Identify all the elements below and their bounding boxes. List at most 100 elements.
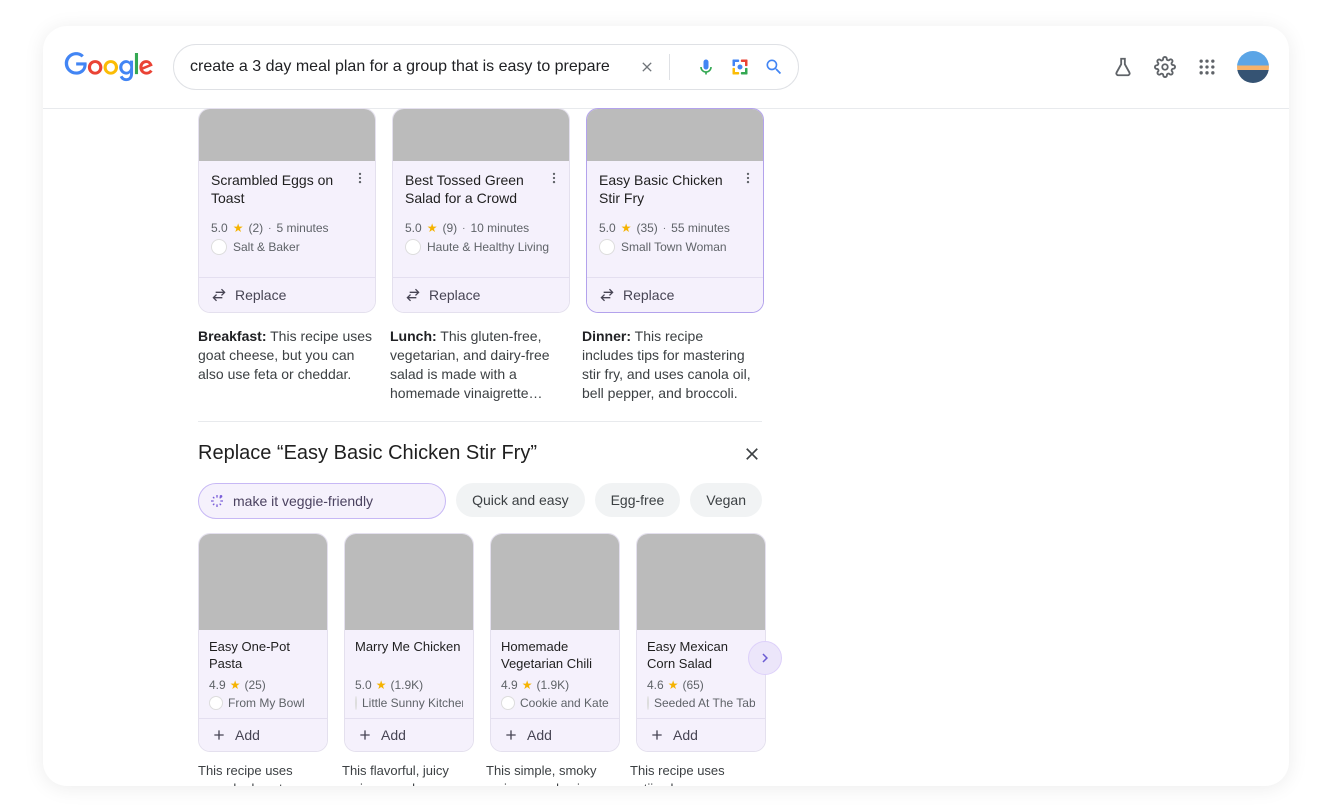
more-icon[interactable] <box>547 171 561 185</box>
lens-icon[interactable] <box>730 57 750 77</box>
review-count: (65) <box>682 678 703 692</box>
recipe-title: Easy One-Pot Pasta <box>209 638 317 672</box>
rating-value: 5.0 <box>599 221 616 235</box>
divider <box>198 421 762 422</box>
source-favicon <box>647 696 649 710</box>
meal-description: Breakfast: This recipe uses goat cheese,… <box>198 327 374 403</box>
recipe-title: Marry Me Chicken <box>355 638 463 672</box>
plus-icon <box>357 727 373 743</box>
suggestion-card[interactable]: Marry Me Chicken 5.0 ★(1.9K) Little Sunny K… <box>344 533 474 752</box>
apps-icon[interactable] <box>1195 55 1219 79</box>
source-favicon <box>405 239 421 255</box>
close-icon[interactable] <box>742 444 762 464</box>
suggestion-description: This recipe uses uncooked pasta, vegetab… <box>198 762 326 786</box>
header <box>43 26 1289 109</box>
star-icon: ★ <box>522 678 533 692</box>
chip-filter[interactable]: Quick and easy <box>456 483 585 517</box>
meal-plan-card[interactable]: Scrambled Eggs on Toast5.0★(2)·5 minutes… <box>198 108 376 313</box>
plus-icon <box>211 727 227 743</box>
rating-value: 4.9 <box>501 678 518 692</box>
star-icon: ★ <box>230 678 241 692</box>
recipe-source: Cookie and Kate <box>520 696 609 710</box>
add-button[interactable]: Add <box>491 718 619 751</box>
plus-icon <box>503 727 519 743</box>
recipe-image <box>199 534 327 630</box>
source-favicon <box>599 239 615 255</box>
rating-value: 5.0 <box>405 221 422 235</box>
review-count: (1.9K) <box>390 678 423 692</box>
star-icon: ★ <box>621 221 632 235</box>
recipe-title: Easy Mexican Corn Salad <box>647 638 755 672</box>
star-icon: ★ <box>668 678 679 692</box>
replace-icon <box>211 287 227 303</box>
review-count: (25) <box>244 678 265 692</box>
suggestion-description: This simple, smoky recipe uses basic ing… <box>486 762 614 786</box>
recipe-source: Small Town Woman <box>621 240 727 254</box>
recipe-image <box>393 109 569 161</box>
suggestion-card[interactable]: Easy One-Pot Pasta 4.9 ★(25) From My Bowl Ad… <box>198 533 328 752</box>
suggestion-description: This flavorful, juicy recipe uses heavy … <box>342 762 470 786</box>
plus-icon <box>649 727 665 743</box>
recipe-title: Easy Basic Chicken Stir Fry <box>599 171 751 207</box>
voice-search-icon[interactable] <box>696 57 716 77</box>
source-favicon <box>501 696 515 710</box>
source-favicon <box>211 239 227 255</box>
recipe-title: Best Tossed Green Salad for a Crowd <box>405 171 557 207</box>
add-label: Add <box>673 727 698 743</box>
replace-icon <box>599 287 615 303</box>
review-count: (9) <box>442 221 457 235</box>
add-button[interactable]: Add <box>199 718 327 751</box>
recipe-image <box>345 534 473 630</box>
chip-label: make it veggie-friendly <box>233 493 373 509</box>
recipe-title: Scrambled Eggs on Toast <box>211 171 363 207</box>
recipe-source: From My Bowl <box>228 696 305 710</box>
settings-icon[interactable] <box>1153 55 1177 79</box>
clear-icon[interactable] <box>637 57 657 77</box>
star-icon: ★ <box>233 221 244 235</box>
replace-label: Replace <box>429 287 480 303</box>
chip-custom-refine[interactable]: make it veggie-friendly <box>198 483 446 519</box>
more-icon[interactable] <box>353 171 367 185</box>
cook-time: 10 minutes <box>470 221 529 235</box>
chip-filter[interactable]: Egg-free <box>595 483 681 517</box>
source-favicon <box>355 696 357 710</box>
review-count: (35) <box>636 221 657 235</box>
replace-button[interactable]: Replace <box>587 277 763 312</box>
add-label: Add <box>235 727 260 743</box>
rating-value: 4.6 <box>647 678 664 692</box>
meal-plan-card[interactable]: Easy Basic Chicken Stir Fry5.0★(35)·55 m… <box>586 108 764 313</box>
labs-icon[interactable] <box>1111 55 1135 79</box>
more-icon[interactable] <box>741 171 755 185</box>
carousel-next-button[interactable] <box>748 641 782 675</box>
cook-time: 5 minutes <box>276 221 328 235</box>
add-label: Add <box>527 727 552 743</box>
meal-description: Lunch: This gluten-free, vegetarian, and… <box>390 327 566 403</box>
chip-filter[interactable]: Vegan <box>690 483 762 517</box>
star-icon: ★ <box>376 678 387 692</box>
recipe-source: Seeded At The Table <box>654 696 755 710</box>
google-logo[interactable] <box>63 52 155 82</box>
rating-value: 5.0 <box>355 678 372 692</box>
replace-section-title: Replace “Easy Basic Chicken Stir Fry” <box>198 442 537 465</box>
search-input[interactable] <box>188 57 623 77</box>
replace-label: Replace <box>623 287 674 303</box>
add-label: Add <box>381 727 406 743</box>
meal-plan-card[interactable]: Best Tossed Green Salad for a Crowd 5.0 ★ (… <box>392 108 570 313</box>
rating-value: 4.9 <box>209 678 226 692</box>
replace-button[interactable]: Replace <box>393 277 569 312</box>
main-content: Scrambled Eggs on Toast5.0★(2)·5 minutes… <box>43 108 1289 786</box>
suggestion-card[interactable]: Homemade Vegetarian Chili4.9★(1.9K)Cooki… <box>490 533 620 752</box>
suggestion-card[interactable]: Easy Mexican Corn Salad 4.6 ★(65) Seeded At… <box>636 533 766 752</box>
meal-description: Dinner: This recipe includes tips for ma… <box>582 327 758 403</box>
replace-icon <box>405 287 421 303</box>
recipe-source: Little Sunny Kitchen <box>362 696 463 710</box>
recipe-image <box>637 534 765 630</box>
replace-button[interactable]: Replace <box>199 277 375 312</box>
add-button[interactable]: Add <box>637 718 765 751</box>
avatar[interactable] <box>1237 51 1269 83</box>
search-icon[interactable] <box>764 57 784 77</box>
search-box[interactable] <box>173 44 799 90</box>
source-favicon <box>209 696 223 710</box>
add-button[interactable]: Add <box>345 718 473 751</box>
star-icon: ★ <box>427 221 438 235</box>
